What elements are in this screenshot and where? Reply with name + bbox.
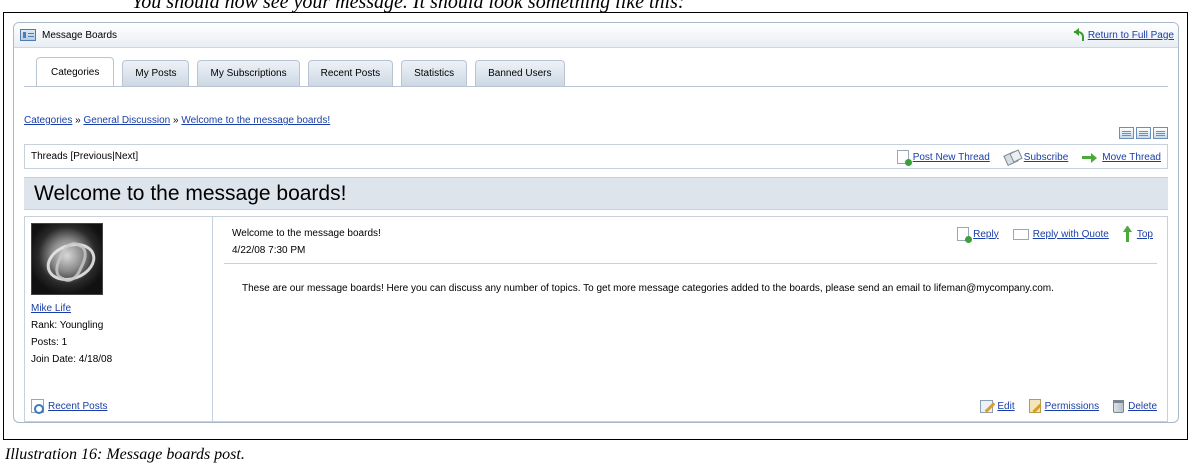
subscribe-button[interactable]: Subscribe	[1004, 150, 1068, 164]
subscribe-icon	[1004, 150, 1020, 164]
move-thread-label[interactable]: Move Thread	[1102, 152, 1161, 163]
post-date: 4/22/08 7:30 PM	[232, 245, 306, 256]
screenshot-frame: Message Boards Return to Full Page Categ…	[3, 12, 1188, 440]
thread-title-bar: Welcome to the message boards!	[24, 177, 1168, 210]
message-post: Mike Life Rank: Youngling Posts: 1 Join …	[24, 216, 1168, 422]
breadcrumb-general-discussion[interactable]: General Discussion	[83, 115, 170, 126]
thread-actions: Post New Thread Subscribe Move Thread	[883, 150, 1161, 166]
tab-categories[interactable]: Categories	[36, 57, 115, 86]
tab-bar: Categories My Posts My Subscriptions Rec…	[36, 57, 573, 86]
edit-icon	[980, 399, 994, 413]
tab-statistics[interactable]: Statistics	[401, 60, 468, 86]
reply-label[interactable]: Reply	[973, 229, 999, 240]
message-boards-portlet: Message Boards Return to Full Page Categ…	[13, 22, 1179, 423]
quote-icon	[1012, 228, 1029, 240]
delete-button[interactable]: Delete	[1113, 399, 1157, 413]
author-join-date: Join Date: 4/18/08	[31, 354, 113, 365]
post-footer-actions: Edit Permissions Delete	[966, 399, 1157, 413]
return-to-full-page-label[interactable]: Return to Full Page	[1088, 30, 1174, 41]
permissions-button[interactable]: Permissions	[1028, 399, 1099, 413]
author-rank: Rank: Youngling	[31, 320, 104, 331]
reply-icon	[957, 227, 973, 243]
post-message-body: These are our message boards! Here you c…	[242, 283, 1054, 294]
post-new-thread-button[interactable]: Post New Thread	[896, 150, 990, 166]
move-thread-button[interactable]: Move Thread	[1082, 150, 1161, 164]
illustration-caption: Illustration 16: Message boards post.	[5, 446, 245, 463]
breadcrumb-separator: »	[72, 115, 84, 126]
thread-nav-prefix: Threads [	[31, 151, 74, 162]
author-recent-posts-button[interactable]: Recent Posts	[31, 399, 107, 414]
post-content-panel: Welcome to the message boards! 4/22/08 7…	[214, 217, 1167, 421]
return-to-full-page-link[interactable]: Return to Full Page	[1070, 28, 1174, 41]
delete-label[interactable]: Delete	[1128, 401, 1157, 412]
breadcrumb-categories[interactable]: Categories	[24, 115, 72, 126]
reply-with-quote-button[interactable]: Reply with Quote	[1012, 228, 1109, 240]
thread-title: Welcome to the message boards!	[34, 181, 347, 205]
breadcrumb-separator: »	[170, 115, 182, 126]
thread-nav-previous[interactable]: Previous	[73, 151, 112, 162]
tab-recent-posts[interactable]: Recent Posts	[307, 60, 394, 86]
reply-button[interactable]: Reply	[957, 227, 999, 243]
post-divider	[224, 263, 1157, 264]
author-post-count: Posts: 1	[31, 337, 68, 348]
search-document-icon	[31, 399, 44, 414]
view-mode-switcher	[1117, 127, 1168, 139]
edit-label[interactable]: Edit	[997, 401, 1014, 412]
tab-banned-users[interactable]: Banned Users	[475, 60, 565, 86]
breadcrumb: Categories » General Discussion » Welcom…	[24, 115, 330, 126]
permissions-label[interactable]: Permissions	[1045, 401, 1099, 412]
combination-view-icon[interactable]	[1119, 127, 1134, 139]
top-label[interactable]: Top	[1137, 229, 1153, 240]
breadcrumb-current-thread[interactable]: Welcome to the message boards!	[181, 115, 330, 126]
post-author-panel: Mike Life Rank: Youngling Posts: 1 Join …	[25, 217, 213, 421]
tab-my-posts[interactable]: My Posts	[122, 60, 190, 86]
avatar	[31, 223, 103, 295]
message-boards-icon	[20, 29, 36, 41]
right-arrow-icon	[1082, 150, 1098, 164]
new-document-icon	[896, 150, 912, 166]
reply-with-quote-label[interactable]: Reply with Quote	[1033, 229, 1109, 240]
return-arrow-icon	[1070, 28, 1084, 41]
up-arrow-icon	[1122, 226, 1133, 242]
portlet-title-bar: Message Boards Return to Full Page	[14, 23, 1178, 48]
post-new-thread-label[interactable]: Post New Thread	[913, 152, 990, 163]
thread-nav-next[interactable]: Next	[115, 151, 136, 162]
trash-icon	[1113, 399, 1125, 413]
post-actions: Reply Reply with Quote Top	[943, 226, 1153, 243]
author-recent-posts-label[interactable]: Recent Posts	[48, 401, 107, 412]
tab-my-subscriptions[interactable]: My Subscriptions	[197, 60, 300, 86]
thread-nav-suffix: ]	[135, 151, 139, 162]
tree-view-icon[interactable]	[1153, 127, 1168, 139]
edit-button[interactable]: Edit	[980, 399, 1015, 413]
portlet-title: Message Boards	[42, 29, 118, 41]
subscribe-label[interactable]: Subscribe	[1024, 152, 1068, 163]
permissions-icon	[1028, 399, 1041, 413]
flat-view-icon[interactable]	[1136, 127, 1151, 139]
top-button[interactable]: Top	[1122, 226, 1153, 242]
author-name-link[interactable]: Mike Life	[31, 303, 206, 314]
thread-navigation-bar: Threads [ Previous | Next ] Post New Thr…	[24, 144, 1168, 169]
tab-divider	[24, 86, 1168, 87]
post-subject: Welcome to the message boards!	[232, 228, 381, 239]
